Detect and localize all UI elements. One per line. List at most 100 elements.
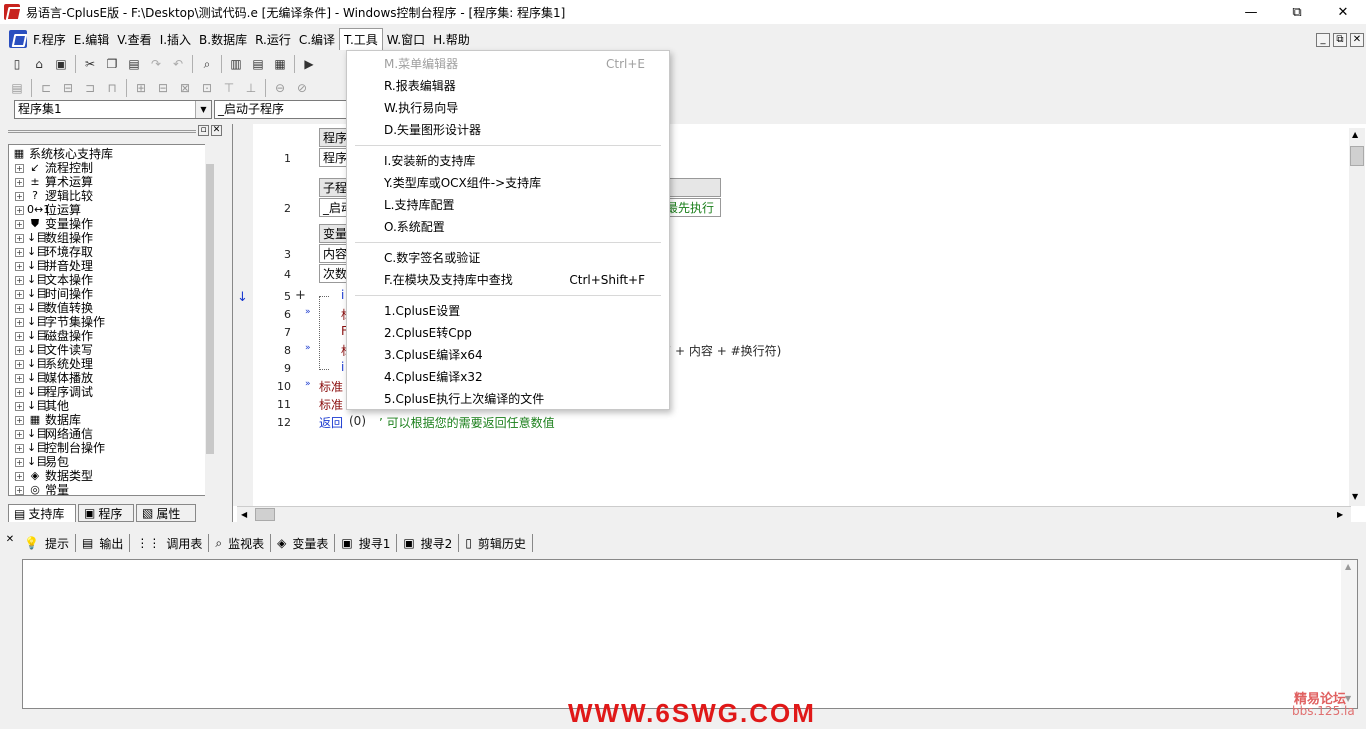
- redo-icon[interactable]: ↷: [147, 55, 165, 73]
- scroll-left-icon[interactable]: ◀: [241, 510, 247, 519]
- tab-hint[interactable]: 💡 提示: [18, 534, 76, 552]
- menu-item-system-config[interactable]: O.系统配置: [347, 216, 669, 238]
- tab-program[interactable]: ▣ 程序: [78, 504, 134, 522]
- tab-search1[interactable]: ▣ 搜寻1: [335, 534, 398, 552]
- tree-item[interactable]: + ↓目 时间操作: [11, 287, 207, 301]
- menu-run[interactable]: R.运行: [251, 29, 295, 50]
- tab-variables[interactable]: ◈ 变量表: [271, 534, 336, 552]
- menu-edit[interactable]: E.编辑: [70, 29, 113, 50]
- align-right-icon[interactable]: ⊐: [81, 79, 99, 97]
- expand-plus-icon[interactable]: +: [15, 443, 24, 453]
- align-top-icon[interactable]: ⊓: [103, 79, 121, 97]
- scroll-up-icon[interactable]: ▲: [1345, 562, 1351, 571]
- center-v-icon[interactable]: ⊘: [293, 79, 311, 97]
- expand-plus-icon[interactable]: +: [15, 471, 24, 481]
- layout1-icon[interactable]: ▥: [227, 55, 245, 73]
- expand-plus-icon[interactable]: +: [15, 387, 24, 397]
- menu-compile[interactable]: C.编译: [295, 29, 339, 50]
- library-tree[interactable]: ▦ 系统核心支持库 + ↙ 流程控制 + ± 算术运算 +? 逻辑比较 +0↔1 位运算 + ⛊ 变量操作 +…: [8, 144, 208, 496]
- scroll-down-icon[interactable]: ▼: [1352, 492, 1358, 501]
- mdi-minimize-button[interactable]: _: [1316, 33, 1330, 47]
- panel-restore-icon[interactable]: ▫: [198, 125, 209, 136]
- copy-icon[interactable]: ❐: [103, 55, 121, 73]
- mdi-close-button[interactable]: ✕: [1350, 33, 1364, 47]
- expand-plus-icon[interactable]: +: [15, 233, 24, 243]
- mdi-restore-button[interactable]: ⧉: [1333, 33, 1347, 47]
- tree-item[interactable]: + ↓目 环境存取: [11, 245, 207, 259]
- expand-plus-icon[interactable]: +: [15, 247, 24, 257]
- tree-item[interactable]: + ▦ 数据库: [11, 413, 207, 427]
- tab-output[interactable]: ▤ 输出: [76, 534, 131, 552]
- tab-support-library[interactable]: ▤ 支持库: [8, 504, 76, 522]
- space-h-icon[interactable]: ⊞: [132, 79, 150, 97]
- expand-plus-icon[interactable]: +: [15, 219, 24, 229]
- expand-plus-icon[interactable]: +: [15, 191, 24, 201]
- tree-item[interactable]: + ↓目 字节集操作: [11, 315, 207, 329]
- menu-item-digital-signature[interactable]: C.数字签名或验证: [347, 247, 669, 269]
- box1-cell[interactable]: 程序: [319, 148, 349, 167]
- tab-search2[interactable]: ▣ 搜寻2: [397, 534, 460, 552]
- menu-view[interactable]: V.查看: [113, 29, 155, 50]
- tree-item[interactable]: +0↔1 位运算: [11, 203, 207, 217]
- save-icon[interactable]: ▣: [52, 55, 70, 73]
- menu-item-typelib-ocx[interactable]: Y.类型库或OCX组件->支持库: [347, 172, 669, 194]
- align-left-icon[interactable]: ⊏: [37, 79, 55, 97]
- menu-insert[interactable]: I.插入: [156, 29, 195, 50]
- expand-plus-icon[interactable]: +: [15, 457, 24, 467]
- assembly-select[interactable]: 程序集1 ▼: [14, 100, 212, 119]
- tree-item[interactable]: + ± 算术运算: [11, 175, 207, 189]
- menu-item-run-last-compiled[interactable]: 5.CplusE执行上次编译的文件: [347, 388, 669, 410]
- tree-item[interactable]: + ↓目 文本操作: [11, 273, 207, 287]
- maximize-button[interactable]: ⧉: [1274, 0, 1320, 24]
- app-menu-icon[interactable]: [9, 30, 27, 48]
- tree-scrollbar[interactable]: [205, 144, 215, 496]
- layout2-icon[interactable]: ▤: [249, 55, 267, 73]
- tree-item[interactable]: + ↓目 文件读写: [11, 343, 207, 357]
- open-folder-icon[interactable]: ⌂: [30, 55, 48, 73]
- expand-plus-icon[interactable]: +: [15, 345, 24, 355]
- expand-plus-icon[interactable]: +: [15, 485, 24, 495]
- align-icon[interactable]: ▤: [8, 79, 26, 97]
- expand-plus-icon[interactable]: +: [15, 177, 24, 187]
- close-button[interactable]: ✕: [1320, 0, 1366, 24]
- tree-item[interactable]: + ↓目 系统处理: [11, 357, 207, 371]
- tree-item[interactable]: + ↓目 易包: [11, 455, 207, 469]
- expand-plus-icon[interactable]: +: [15, 317, 24, 327]
- menu-item-library-config[interactable]: L.支持库配置: [347, 194, 669, 216]
- expand-plus-icon[interactable]: +: [15, 261, 24, 271]
- scroll-up-icon[interactable]: ▲: [1352, 130, 1358, 139]
- editor-vertical-scrollbar[interactable]: ▲ ▼: [1349, 128, 1365, 506]
- tree-item[interactable]: + ◈ 数据类型: [11, 469, 207, 483]
- tree-item[interactable]: + ↓目 其他: [11, 399, 207, 413]
- size-icon[interactable]: ⊠: [176, 79, 194, 97]
- menu-item-wizard[interactable]: W.执行易向导: [347, 97, 669, 119]
- paste-icon[interactable]: ▤: [125, 55, 143, 73]
- menu-item-report-editor[interactable]: R.报表编辑器: [347, 75, 669, 97]
- tree-item[interactable]: + ◎ 常量: [11, 483, 207, 495]
- menu-item-cpluse-settings[interactable]: 1.CplusE设置: [347, 300, 669, 322]
- menu-program[interactable]: F.程序: [29, 29, 70, 50]
- tree-item[interactable]: + ↓目 控制台操作: [11, 441, 207, 455]
- width-icon[interactable]: ⊡: [198, 79, 216, 97]
- expand-plus-icon[interactable]: +: [15, 289, 24, 299]
- menu-item-compile-x64[interactable]: 3.CplusE编译x64: [347, 344, 669, 366]
- menu-item-find-in-modules[interactable]: F.在模块及支持库中查找 Ctrl+Shift+F: [347, 269, 669, 291]
- output-scrollbar[interactable]: ▲ ▼: [1341, 560, 1357, 708]
- tree-item[interactable]: + ⛊ 变量操作: [11, 217, 207, 231]
- align-center-icon[interactable]: ⊟: [59, 79, 77, 97]
- new-file-icon[interactable]: ▯: [8, 55, 26, 73]
- menu-window[interactable]: W.窗口: [383, 29, 429, 50]
- expand-plus-icon[interactable]: +: [15, 429, 24, 439]
- tab-call-table[interactable]: ⋮⋮ 调用表: [130, 534, 210, 552]
- menu-help[interactable]: H.帮助: [429, 29, 474, 50]
- menu-database[interactable]: B.数据库: [195, 29, 251, 50]
- tab-watch[interactable]: ⌕ 监视表: [209, 534, 272, 552]
- find-icon[interactable]: ⌕: [198, 55, 216, 73]
- box3-cell-count[interactable]: 次数: [319, 264, 349, 283]
- panel-grip[interactable]: [8, 130, 196, 133]
- menu-item-install-library[interactable]: I.安装新的支持库: [347, 150, 669, 172]
- expand-plus-icon[interactable]: +: [15, 205, 24, 215]
- layout3-icon[interactable]: ▦: [271, 55, 289, 73]
- tab-clip-history[interactable]: ▯ 剪辑历史: [459, 534, 533, 552]
- tree-item[interactable]: +? 逻辑比较: [11, 189, 207, 203]
